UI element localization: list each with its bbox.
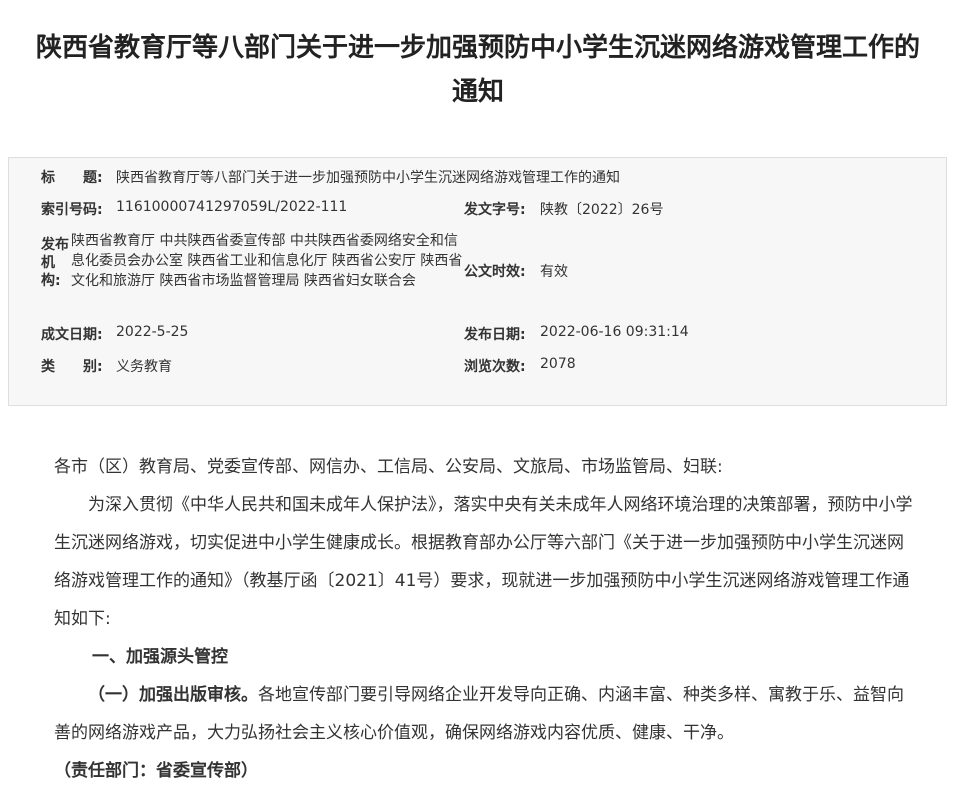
validity-label: 公文时效: (464, 264, 526, 280)
issuing-org-label: 发布机构: (41, 237, 69, 289)
subject-label: 标 题: (41, 170, 103, 186)
subject-value: 陕西省教育厅等八部门关于进一步加强预防中小学生沉迷网络游戏管理工作的通知 (116, 170, 620, 186)
section-heading: 一、加强源头管控 (92, 647, 228, 667)
doc-number-label: 发文字号: (464, 202, 526, 218)
subsection-paragraph: （一）加强出版审核。各地宣传部门要引导网络企业开发导向正确、内涵丰富、种类多样、… (54, 676, 914, 752)
views-value: 2078 (540, 356, 576, 372)
page-title-line-2: 通知 (451, 77, 504, 107)
article-body: 各市（区）教育局、党委宣传部、网信办、工信局、公安局、文旅局、市场监管局、妇联:… (54, 448, 914, 790)
responsible-department: （责任部门：省委宣传部） (54, 761, 258, 781)
index-label: 索引号码: (41, 202, 103, 218)
doc-number-value: 陕教〔2022〕26号 (540, 202, 664, 218)
salutation: 各市（区）教育局、党委宣传部、网信办、工信局、公安局、文旅局、市场监管局、妇联: (54, 457, 723, 477)
issuing-org-value: 陕西省教育厅 中共陕西省委宣传部 中共陕西省委网络安全和信息化委员会办公室 陕西… (71, 233, 463, 289)
category-value: 义务教育 (116, 359, 172, 375)
index-value: 11610000741297059L/2022-111 (116, 199, 348, 215)
category-label: 类 别: (41, 359, 103, 375)
written-date-value: 2022-5-25 (116, 324, 189, 340)
page-title-line-1: 陕西省教育厅等八部门关于进一步加强预防中小学生沉迷网络游戏管理工作的 (35, 33, 920, 63)
written-date-label: 成文日期: (41, 327, 103, 343)
publish-date-label: 发布日期: (464, 327, 526, 343)
page-title: 陕西省教育厅等八部门关于进一步加强预防中小学生沉迷网络游戏管理工作的 通知 (0, 26, 956, 114)
subsection-title: （一）加强出版审核。 (88, 685, 258, 705)
publish-date-value: 2022-06-16 09:31:14 (540, 324, 689, 340)
views-label: 浏览次数: (464, 359, 526, 375)
validity-value: 有效 (540, 264, 568, 280)
intro-paragraph: 为深入贯彻《中华人民共和国未成年人保护法》，落实中央有关未成年人网络环境治理的决… (54, 495, 913, 629)
document-info-panel: 标 题: 陕西省教育厅等八部门关于进一步加强预防中小学生沉迷网络游戏管理工作的通… (8, 157, 947, 406)
